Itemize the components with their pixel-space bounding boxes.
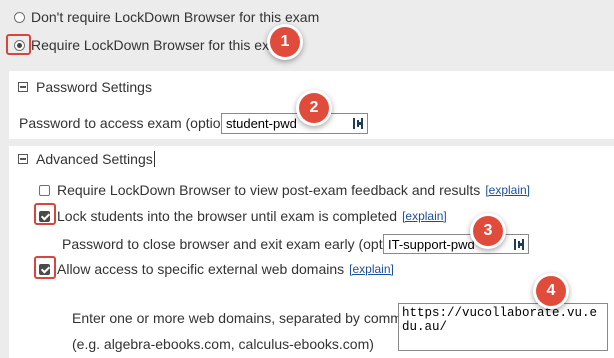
lock-explain-link[interactable]: [explain] bbox=[402, 209, 447, 223]
domains-instruction: Enter one or more web domains, separated… bbox=[72, 310, 417, 326]
dont-require-radio[interactable] bbox=[14, 11, 25, 23]
close-password-input[interactable] bbox=[388, 236, 524, 252]
password-settings-title: Password Settings bbox=[36, 79, 152, 95]
password-manager-icon[interactable] bbox=[352, 118, 364, 130]
callout-badge-1: 1 bbox=[270, 27, 300, 57]
lock-checkbox[interactable] bbox=[39, 210, 50, 222]
password-access-label: Password to access exam (optional) bbox=[19, 115, 244, 131]
callout-badge-4: 4 bbox=[536, 276, 566, 306]
close-password-field[interactable] bbox=[383, 234, 529, 254]
domains-textarea[interactable]: https://vucollaborate.vu.edu.au/ bbox=[398, 303, 608, 351]
allow-option[interactable]: Allow access to specific external web do… bbox=[39, 261, 394, 277]
feedback-checkbox[interactable] bbox=[39, 184, 50, 196]
lock-label: Lock students into the browser until exa… bbox=[57, 208, 398, 224]
password-manager-icon[interactable] bbox=[513, 238, 525, 250]
password-settings-header[interactable]: Password Settings bbox=[18, 79, 152, 95]
callout-badge-2: 2 bbox=[299, 93, 329, 123]
advanced-settings-header[interactable]: Advanced Settings bbox=[18, 151, 155, 167]
require-label: Require LockDown Browser for this exam bbox=[31, 37, 289, 53]
feedback-label: Require LockDown Browser to view post-ex… bbox=[57, 182, 481, 198]
feedback-option[interactable]: Require LockDown Browser to view post-ex… bbox=[39, 182, 530, 198]
text-cursor bbox=[153, 151, 155, 167]
feedback-explain-link[interactable]: [explain] bbox=[485, 183, 530, 197]
password-access-input[interactable] bbox=[226, 116, 363, 131]
advanced-settings-title: Advanced Settings bbox=[36, 151, 153, 167]
collapse-minus-icon[interactable] bbox=[18, 82, 28, 92]
require-radio[interactable] bbox=[14, 39, 25, 51]
allow-checkbox[interactable] bbox=[39, 263, 50, 275]
allow-explain-link[interactable]: [explain] bbox=[349, 262, 394, 276]
lock-option[interactable]: Lock students into the browser until exa… bbox=[39, 208, 447, 224]
allow-label: Allow access to specific external web do… bbox=[57, 261, 345, 277]
require-option[interactable]: Require LockDown Browser for this exam bbox=[14, 37, 289, 53]
callout-badge-3: 3 bbox=[473, 216, 503, 246]
dont-require-option[interactable]: Don't require LockDown Browser for this … bbox=[14, 9, 319, 25]
collapse-minus-icon[interactable] bbox=[18, 154, 28, 164]
dont-require-label: Don't require LockDown Browser for this … bbox=[31, 9, 320, 25]
password-access-field[interactable] bbox=[221, 113, 368, 134]
domains-example: (e.g. algebra-ebooks.com, calculus-ebook… bbox=[72, 336, 374, 352]
close-password-label: Password to close browser and exit exam … bbox=[62, 236, 417, 252]
